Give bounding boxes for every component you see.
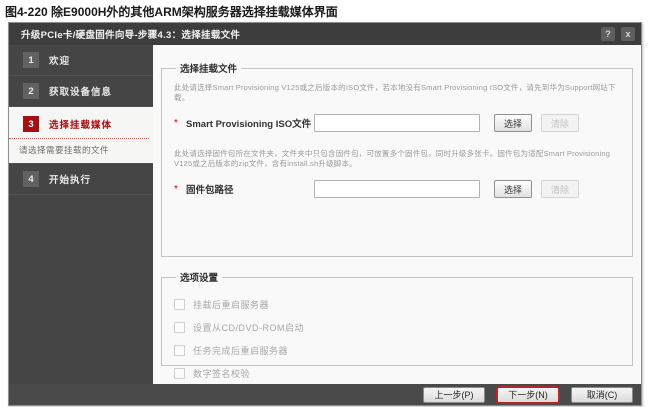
figure-number: 图4-220 <box>5 5 48 19</box>
step-item-welcome[interactable]: 1 欢迎 <box>9 45 153 76</box>
sidebar-filler <box>9 195 153 384</box>
close-icon[interactable]: x <box>621 27 635 41</box>
step-label: 开始执行 <box>49 172 91 186</box>
restart-after-mount-checkbox[interactable] <box>174 299 185 310</box>
step-item-execute[interactable]: 4 开始执行 <box>9 164 153 195</box>
dialog-body: 1 欢迎 2 获取设备信息 3 选择挂载媒体 请选择需要挂载的文件 4 开始执行 <box>9 45 641 384</box>
signature-verify-row: 数字签名校验 <box>174 366 620 380</box>
firmware-select-button[interactable]: 选择 <box>494 180 532 198</box>
figure-title: 除E9000H外的其他ARM架构服务器选择挂载媒体界面 <box>48 5 338 19</box>
iso-file-input[interactable] <box>314 114 480 132</box>
boot-from-cdrom-checkbox[interactable] <box>174 322 185 333</box>
step-number-badge: 4 <box>23 171 39 187</box>
active-step-subtitle: 请选择需要挂载的文件 <box>9 139 153 163</box>
footer-bar: 上一步(P) 下一步(N) 取消(C) <box>9 384 641 405</box>
select-mount-file-legend: 选择挂载文件 <box>176 61 241 75</box>
step-number-badge: 1 <box>23 52 39 68</box>
restart-after-mount-label: 挂载后重启服务器 <box>193 298 269 311</box>
step-item-select-media-active[interactable]: 3 选择挂载媒体 请选择需要挂载的文件 <box>9 107 153 164</box>
cancel-button[interactable]: 取消(C) <box>571 387 633 403</box>
option-settings-legend: 选项设置 <box>176 270 222 284</box>
iso-file-row: * Smart Provisioning ISO文件 选择 清除 <box>174 113 620 133</box>
previous-step-button[interactable]: 上一步(P) <box>423 387 485 403</box>
signature-verify-checkbox[interactable] <box>174 368 185 379</box>
content-area: 选择挂载文件 此处请选择Smart Provisioning V125或之后版本… <box>153 45 641 384</box>
step-label: 选择挂载媒体 <box>49 117 112 131</box>
restart-after-task-label: 任务完成后重启服务器 <box>193 344 288 357</box>
step-label: 欢迎 <box>49 53 70 67</box>
help-icon[interactable]: ? <box>601 27 615 41</box>
step-number-badge: 3 <box>23 116 39 132</box>
step-number-badge: 2 <box>23 83 39 99</box>
iso-hint-text: 此处请选择Smart Provisioning V125或之后版本的ISO文件，… <box>174 83 620 103</box>
firmware-path-input[interactable] <box>314 180 480 198</box>
dialog-titlebar: 升级PCIe卡/硬盘固件向导-步骤4.3：选择挂载文件 ? x <box>9 23 641 45</box>
wizard-dialog: 升级PCIe卡/硬盘固件向导-步骤4.3：选择挂载文件 ? x 1 欢迎 2 获… <box>8 22 642 406</box>
restart-after-task-row: 任务完成后重启服务器 <box>174 343 620 357</box>
step-item-device-info[interactable]: 2 获取设备信息 <box>9 76 153 107</box>
firmware-clear-button[interactable]: 清除 <box>541 180 579 198</box>
figure-caption: 图4-220 除E9000H外的其他ARM架构服务器选择挂载媒体界面 <box>5 3 338 20</box>
iso-select-button[interactable]: 选择 <box>494 114 532 132</box>
wizard-steps-sidebar: 1 欢迎 2 获取设备信息 3 选择挂载媒体 请选择需要挂载的文件 4 开始执行 <box>9 45 153 384</box>
firmware-path-label: 固件包路径 <box>186 182 314 196</box>
iso-file-label: Smart Provisioning ISO文件 <box>186 116 314 130</box>
select-mount-file-group: 选择挂载文件 此处请选择Smart Provisioning V125或之后版本… <box>161 61 633 257</box>
active-step-row: 3 选择挂载媒体 <box>9 107 149 139</box>
step-label: 获取设备信息 <box>49 84 112 98</box>
restart-after-task-checkbox[interactable] <box>174 345 185 356</box>
restart-after-mount-row: 挂载后重启服务器 <box>174 297 620 311</box>
dialog-title: 升级PCIe卡/硬盘固件向导-步骤4.3：选择挂载文件 <box>21 27 595 41</box>
firmware-hint-text: 此处请选择固件包所在文件夹，文件夹中只包含固件包，可放置多个固件包，同时升级多张… <box>174 149 620 169</box>
iso-clear-button[interactable]: 清除 <box>541 114 579 132</box>
required-mark: * <box>174 184 180 195</box>
option-settings-group: 选项设置 挂载后重启服务器 设置从CD/DVD-ROM启动 任务完成后重启服务器… <box>161 270 633 366</box>
boot-from-cdrom-label: 设置从CD/DVD-ROM启动 <box>193 321 304 334</box>
firmware-path-row: * 固件包路径 选择 清除 <box>174 179 620 199</box>
boot-from-cdrom-row: 设置从CD/DVD-ROM启动 <box>174 320 620 334</box>
signature-verify-label: 数字签名校验 <box>193 367 250 380</box>
required-mark: * <box>174 118 180 129</box>
next-step-button[interactable]: 下一步(N) <box>497 387 559 403</box>
